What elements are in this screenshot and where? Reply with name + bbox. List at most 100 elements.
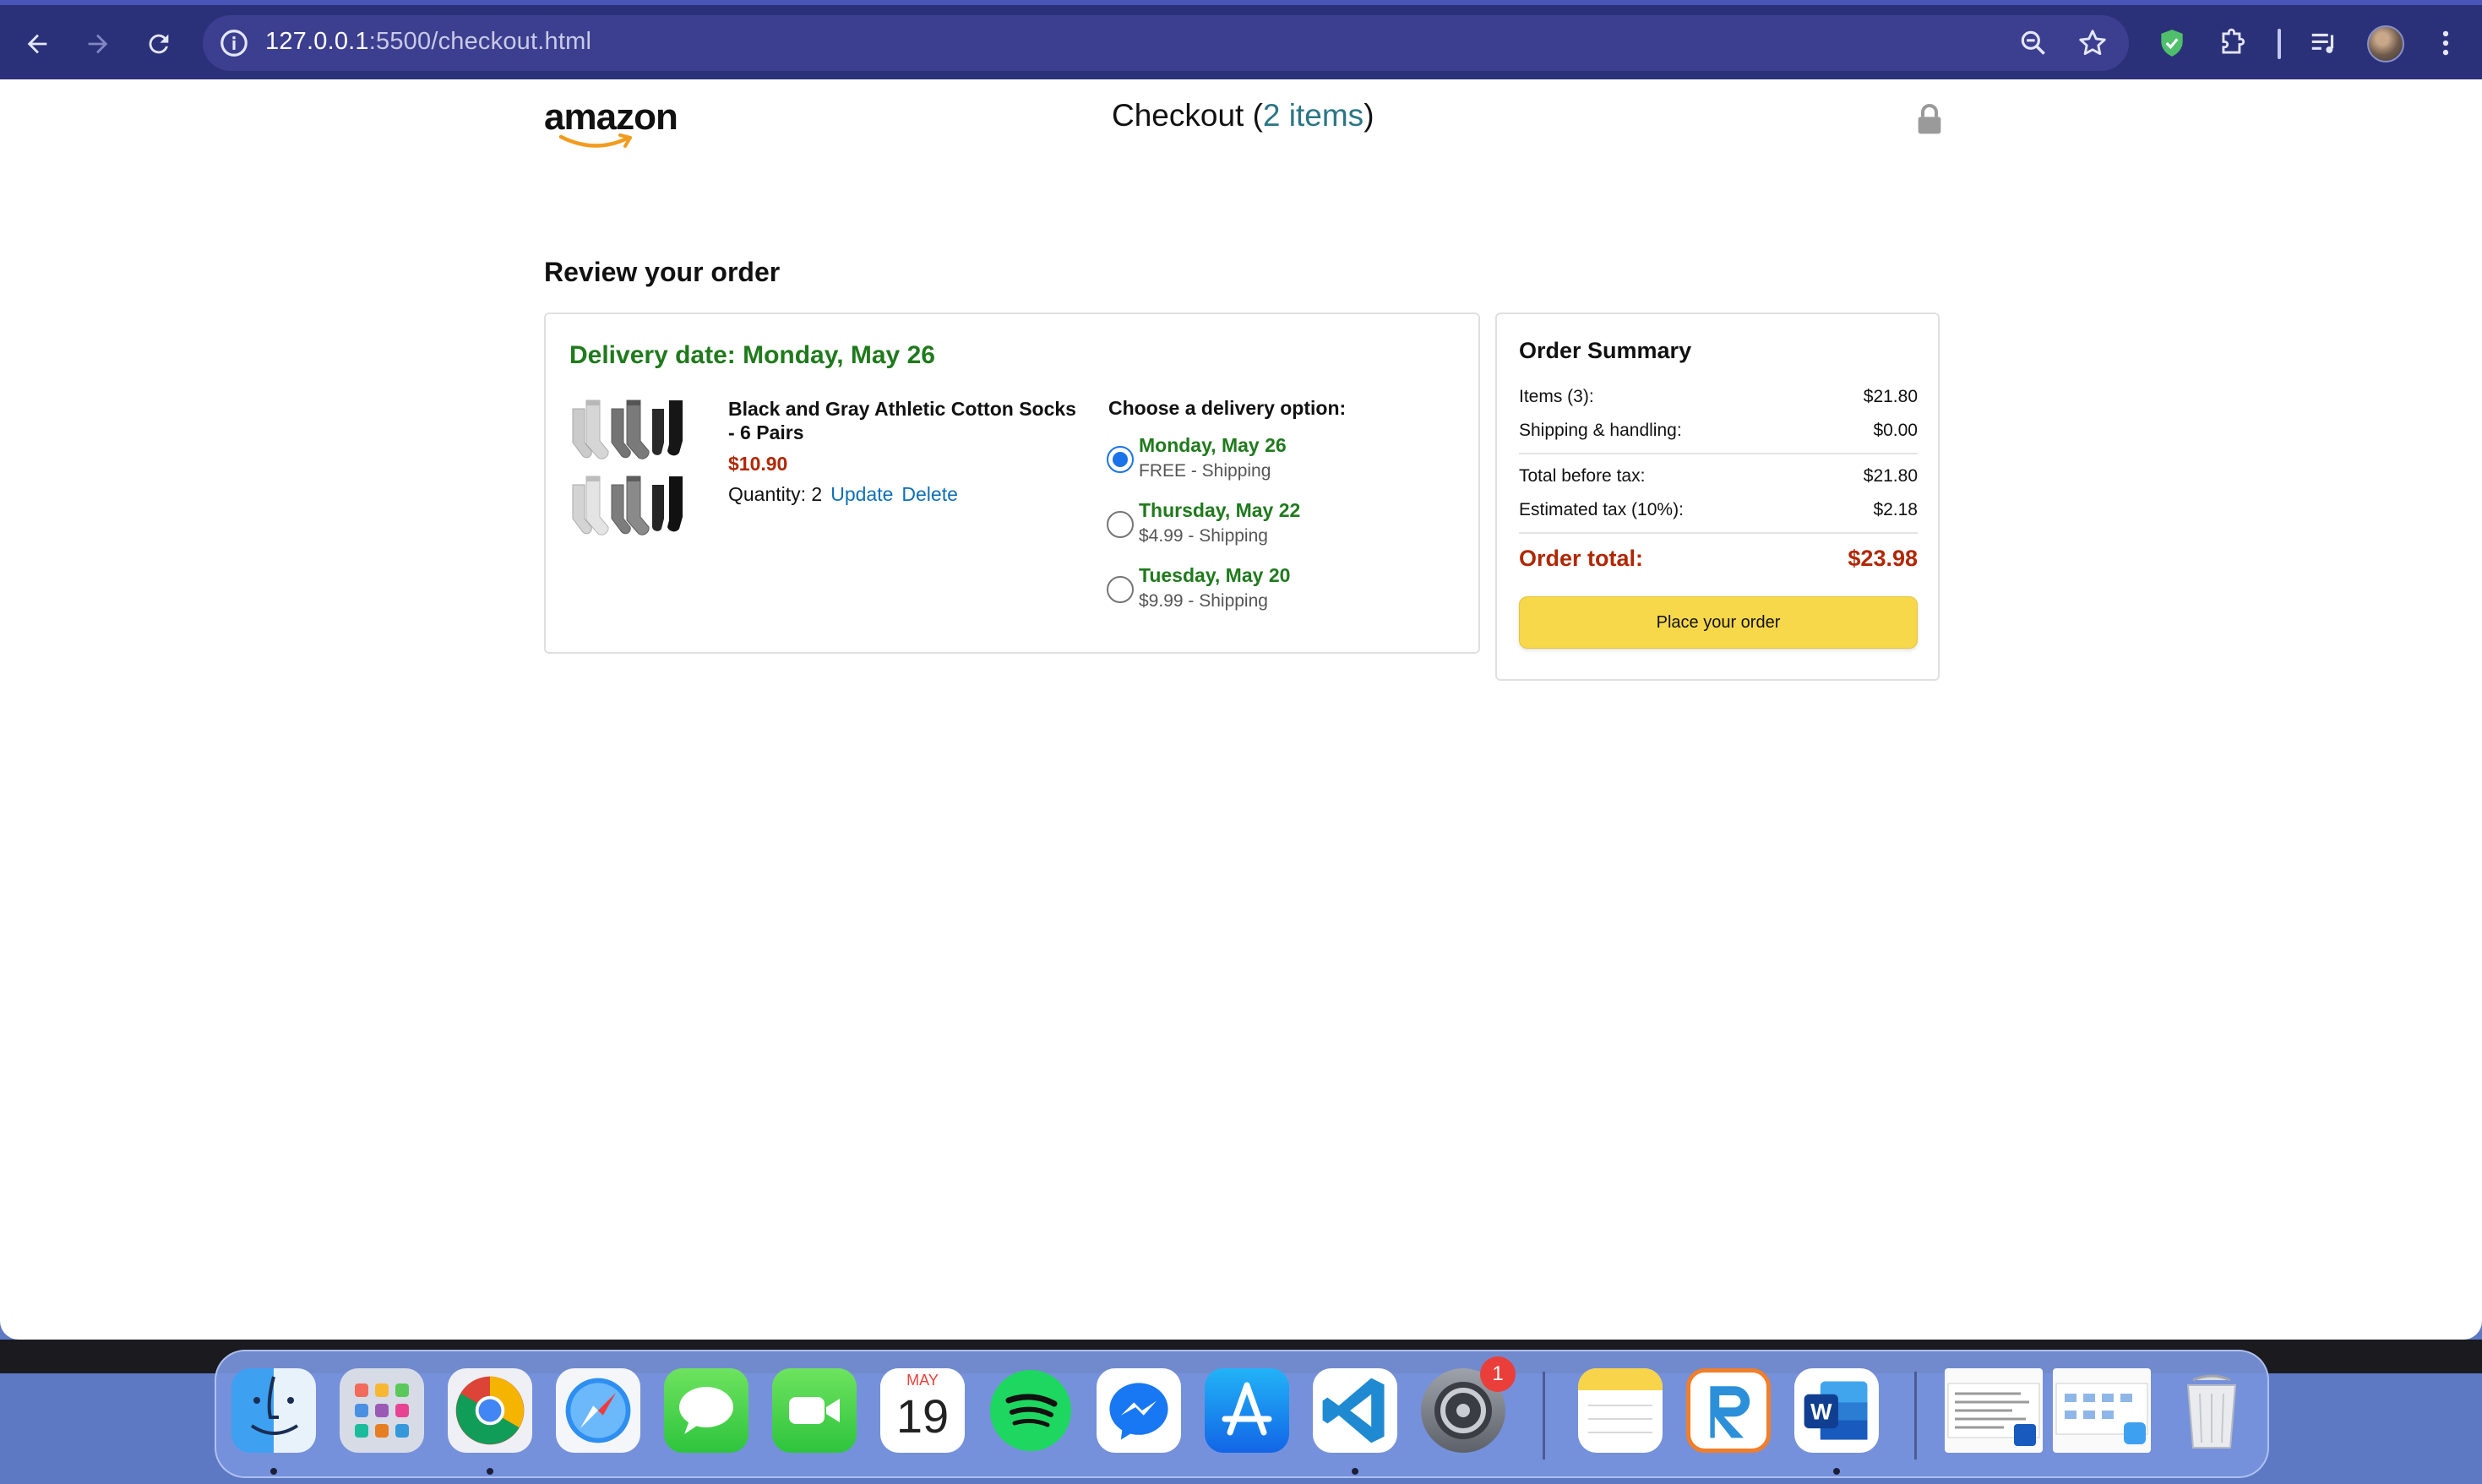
delivery-option-radio[interactable] [1107, 446, 1134, 473]
url-host: 127.0.0.1 [265, 28, 369, 55]
back-arrow-icon [27, 34, 47, 54]
product-price: $10.90 [728, 453, 788, 475]
finder-icon[interactable] [231, 1368, 316, 1453]
app-store-icon[interactable] [1205, 1368, 1289, 1453]
summary-tax-value: $2.18 [1873, 500, 1918, 519]
place-order-button[interactable]: Place your order [1519, 596, 1918, 649]
system-settings-icon[interactable]: 1 [1421, 1356, 1516, 1453]
calendar-month: MAY [880, 1368, 965, 1390]
zoom-icon[interactable] [2017, 27, 2049, 59]
recent-folder-thumbnail[interactable] [2053, 1368, 2151, 1453]
trash-can-icon [2186, 1374, 2237, 1449]
delivery-option-date: Monday, May 26 [1139, 434, 1287, 456]
delivery-option-radio[interactable] [1107, 576, 1134, 603]
summary-before-tax-label: Total before tax: [1519, 466, 1646, 486]
extensions-button[interactable] [2213, 24, 2252, 63]
quantity-row: Quantity: 2 Update Delete [728, 483, 958, 506]
delivery-option-date: Thursday, May 22 [1139, 499, 1301, 521]
notes-icon[interactable] [1578, 1368, 1663, 1453]
shield-extension-button[interactable] [2153, 24, 2191, 63]
speech-bubble-icon [679, 1387, 733, 1434]
playlist-icon [2311, 33, 2334, 53]
chrome-icon[interactable] [448, 1368, 532, 1453]
checkout-close-paren: ) [1363, 98, 1374, 133]
more-vertical-icon [2442, 30, 2449, 56]
site-info-icon[interactable] [218, 27, 250, 59]
calendar-day: 19 [895, 1389, 950, 1443]
delivery-option-price: $9.99 - Shipping [1139, 591, 1268, 611]
calendar-icon[interactable]: MAY 19 [880, 1368, 965, 1453]
recent-document-thumbnail[interactable] [1945, 1368, 2043, 1453]
video-camera-icon [789, 1397, 840, 1424]
facetime-icon[interactable] [772, 1368, 857, 1453]
cart-item-container: Delivery date: Monday, May 26 Black and … [544, 313, 1480, 654]
dock-separator [1543, 1372, 1545, 1460]
delivery-option-price: FREE - Shipping [1139, 461, 1271, 481]
delivery-option[interactable]: Monday, May 26 FREE - Shipping [1107, 434, 1360, 487]
dock-separator [1914, 1372, 1917, 1460]
messenger-icon[interactable] [1097, 1368, 1181, 1453]
url-text[interactable]: 127.0.0.1:5500/checkout.html [265, 28, 591, 56]
notification-badge: 1 [1480, 1356, 1516, 1392]
spotify-icon[interactable] [988, 1368, 1073, 1453]
product-name: Black and Gray Athletic Cotton Socks - 6… [728, 398, 1076, 443]
profile-avatar[interactable] [2367, 25, 2404, 63]
running-indicator [270, 1468, 277, 1475]
summary-items-row: Items (3): $21.80 [1519, 387, 1918, 407]
summary-shipping-value: $0.00 [1873, 421, 1918, 440]
amazon-logo[interactable]: amazon [544, 96, 679, 148]
forward-arrow-icon [88, 34, 108, 54]
app-store-logo-icon [1222, 1382, 1272, 1436]
r-letter-icon [1710, 1386, 1750, 1438]
checkout-title: Checkout (2 items) [1112, 98, 1374, 133]
reload-icon [149, 34, 169, 54]
rstudio-icon[interactable] [1686, 1368, 1771, 1453]
delivery-option[interactable]: Tuesday, May 20 $9.99 - Shipping [1107, 564, 1360, 617]
checkout-page: amazon Checkout (2 items) Review your or… [0, 79, 2482, 1340]
word-icon[interactable]: W [1794, 1368, 1879, 1453]
address-bar[interactable]: 127.0.0.1:5500/checkout.html [203, 15, 2129, 71]
running-indicator [487, 1468, 493, 1475]
delete-item-link[interactable]: Delete [901, 483, 957, 505]
trash-icon[interactable] [2169, 1368, 2254, 1453]
update-quantity-link[interactable]: Update [830, 483, 893, 505]
order-total-value: $23.98 [1848, 546, 1918, 571]
order-summary-title: Order Summary [1519, 338, 1692, 363]
summary-shipping-label: Shipping & handling: [1519, 421, 1682, 440]
safari-icon[interactable] [556, 1368, 640, 1453]
media-controls-button[interactable] [2305, 24, 2343, 63]
messages-icon[interactable] [664, 1368, 748, 1453]
browser-menu-button[interactable] [2426, 24, 2465, 63]
delivery-options-heading: Choose a delivery option: [1108, 397, 1347, 419]
running-indicator [1352, 1468, 1358, 1475]
toolbar-divider [2278, 29, 2281, 59]
lock-icon [1918, 104, 1941, 134]
delivery-option[interactable]: Thursday, May 22 $4.99 - Shipping [1107, 499, 1360, 552]
bookmark-star-icon[interactable] [2076, 27, 2109, 59]
summary-items-label: Items (3): [1519, 387, 1594, 406]
checkout-header: amazon Checkout (2 items) [544, 79, 1941, 172]
summary-tax-row: Estimated tax (10%): $2.18 [1519, 500, 1918, 520]
socks-product-image [572, 400, 683, 535]
delivery-option-price: $4.99 - Shipping [1139, 526, 1268, 546]
delivery-option-radio[interactable] [1107, 511, 1134, 538]
delivery-option-date: Tuesday, May 20 [1139, 564, 1291, 586]
summary-shipping-row: Shipping & handling: $0.00 [1519, 421, 1918, 441]
forward-button[interactable] [74, 20, 122, 68]
summary-tax-label: Estimated tax (10%): [1519, 500, 1684, 519]
document-preview-icon [1947, 1383, 2040, 1446]
macos-dock: MAY 19 1 W [215, 1350, 2269, 1478]
back-button[interactable] [14, 20, 61, 68]
items-count-link[interactable]: 2 items [1263, 98, 1363, 133]
amazon-smile-icon [558, 133, 632, 148]
delivery-date: Delivery date: Monday, May 26 [569, 341, 935, 369]
spotify-logo-icon [990, 1370, 1071, 1451]
launchpad-icon[interactable] [340, 1368, 424, 1453]
reload-button[interactable] [135, 20, 182, 68]
running-indicator [1833, 1468, 1840, 1475]
summary-before-tax-value: $21.80 [1863, 466, 1918, 486]
chrome-logo-icon [455, 1376, 525, 1445]
summary-divider [1519, 453, 1918, 454]
vscode-icon[interactable] [1313, 1368, 1397, 1453]
quantity-label: Quantity: 2 [728, 483, 823, 505]
